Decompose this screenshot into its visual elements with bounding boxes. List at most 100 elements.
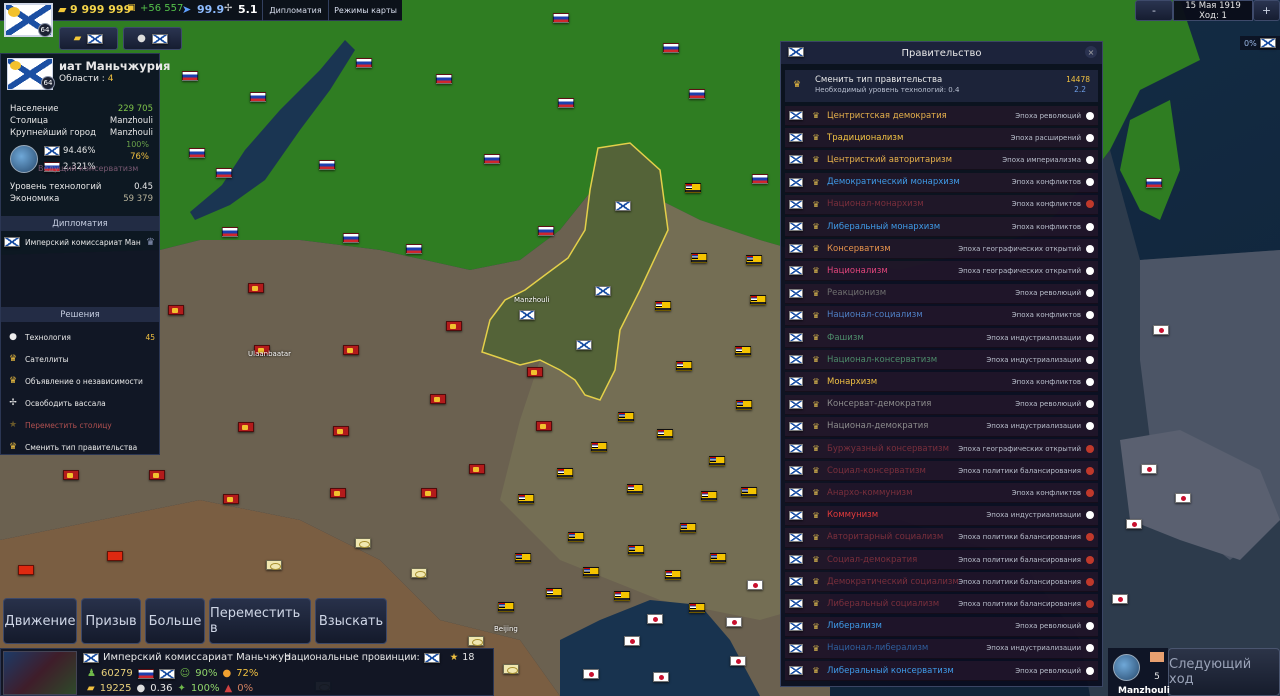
mengjiang-flag-marker[interactable] bbox=[680, 523, 696, 533]
government-option[interactable]: ♛ Социал-демократия Эпоха политики баланси… bbox=[785, 550, 1098, 570]
government-option[interactable]: ♛ Национал-консерватизм Эпоха индустриализ… bbox=[785, 350, 1098, 371]
government-option[interactable]: ♛ Либеральный монархизм Эпоха конфликтов bbox=[785, 217, 1098, 237]
manchukuo-flag-marker[interactable] bbox=[519, 310, 535, 320]
mengjiang-flag-marker[interactable] bbox=[750, 295, 766, 305]
mengjiang-flag-marker[interactable] bbox=[746, 255, 762, 265]
government-option[interactable]: ♛ Консерватизм Эпоха географических открыт… bbox=[785, 239, 1098, 260]
mengjiang-flag-marker[interactable] bbox=[583, 567, 599, 577]
china-flag-marker[interactable] bbox=[18, 565, 34, 575]
russia-flag-marker[interactable] bbox=[752, 174, 768, 184]
japan-flag-marker[interactable] bbox=[647, 614, 663, 624]
mengjiang-flag-marker[interactable] bbox=[691, 253, 707, 263]
government-option[interactable]: ♛ Центристкий авторитаризм Эпоха империали… bbox=[785, 150, 1098, 171]
russia-flag-marker[interactable] bbox=[356, 58, 372, 68]
japan-flag-marker[interactable] bbox=[624, 636, 640, 646]
government-option[interactable]: ♛ Национал-либерализм Эпоха индустриализац… bbox=[785, 638, 1098, 659]
draft-button[interactable]: Призыв bbox=[81, 598, 141, 644]
tech-shortcut-button[interactable]: ● bbox=[123, 27, 182, 50]
warlord-flag-marker[interactable] bbox=[411, 568, 427, 578]
mongolia-flag-marker[interactable] bbox=[149, 470, 165, 480]
mengjiang-flag-marker[interactable] bbox=[657, 429, 673, 439]
mongolia-flag-marker[interactable] bbox=[63, 470, 79, 480]
russia-flag-marker[interactable] bbox=[216, 168, 232, 178]
russia-flag-marker[interactable] bbox=[182, 71, 198, 81]
government-option[interactable]: ♛ Либеральный социализм Эпоха политики бал… bbox=[785, 594, 1098, 615]
tab-diplomacy[interactable]: Дипломатия bbox=[262, 0, 328, 21]
minimap[interactable] bbox=[3, 651, 77, 695]
russia-flag-marker[interactable] bbox=[553, 13, 569, 23]
japan-flag-marker[interactable] bbox=[653, 672, 669, 682]
mongolia-flag-marker[interactable] bbox=[248, 283, 264, 293]
government-option[interactable]: ♛ Буржуазный консерватизм Эпоха географиче… bbox=[785, 439, 1098, 459]
japan-flag-marker[interactable] bbox=[726, 617, 742, 627]
russia-flag-marker[interactable] bbox=[663, 43, 679, 53]
government-option[interactable]: ♛ Коммунизм Эпоха индустриализации bbox=[785, 505, 1098, 526]
mengjiang-flag-marker[interactable] bbox=[710, 553, 726, 563]
mengjiang-flag-marker[interactable] bbox=[627, 484, 643, 494]
japan-flag-marker[interactable] bbox=[1175, 493, 1191, 503]
government-option[interactable]: ♛ Фашизм Эпоха индустриализации bbox=[785, 328, 1098, 348]
mengjiang-flag-marker[interactable] bbox=[614, 591, 630, 601]
mongolia-flag-marker[interactable] bbox=[330, 488, 346, 498]
government-option[interactable]: ♛ Национал-социализм Эпоха конфликтов bbox=[785, 305, 1098, 326]
decision-technology[interactable]: ● Технология 45 bbox=[7, 328, 155, 346]
government-option[interactable]: ♛ Национал-демократия Эпоха индустриализац… bbox=[785, 416, 1098, 437]
russia-flag-marker[interactable] bbox=[689, 89, 705, 99]
mengjiang-flag-marker[interactable] bbox=[655, 301, 671, 311]
move-button[interactable]: Движение bbox=[3, 598, 77, 644]
government-option[interactable]: ♛ Традиционализм Эпоха расширений bbox=[785, 128, 1098, 149]
manchukuo-flag-marker[interactable] bbox=[615, 201, 631, 211]
government-option[interactable]: ♛ Либерализм Эпоха революций bbox=[785, 616, 1098, 637]
speed-plus-button[interactable]: + bbox=[1253, 0, 1280, 21]
russia-flag-marker[interactable] bbox=[189, 148, 205, 158]
decision-move-capital[interactable]: ★ Переместить столицу bbox=[7, 416, 155, 434]
change-government-row[interactable]: ♛ Сменить тип правительства Необходимый … bbox=[785, 70, 1098, 102]
warlord-flag-marker[interactable] bbox=[355, 538, 371, 548]
mengjiang-flag-marker[interactable] bbox=[618, 412, 634, 422]
mongolia-flag-marker[interactable] bbox=[430, 394, 446, 404]
warlord-flag-marker[interactable] bbox=[468, 636, 484, 646]
government-option[interactable]: ♛ Консерват-демократия Эпоха революций bbox=[785, 394, 1098, 415]
decision-independence[interactable]: ♛ Объявление о независимости bbox=[7, 372, 155, 390]
government-option[interactable]: ♛ Либеральный консерватизм Эпоха революций bbox=[785, 661, 1098, 681]
mongolia-flag-marker[interactable] bbox=[223, 494, 239, 504]
russia-flag-marker[interactable] bbox=[319, 160, 335, 170]
close-icon[interactable]: × bbox=[1085, 46, 1097, 58]
mengjiang-flag-marker[interactable] bbox=[546, 588, 562, 598]
mongolia-flag-marker[interactable] bbox=[238, 422, 254, 432]
mengjiang-flag-marker[interactable] bbox=[518, 494, 534, 504]
mengjiang-flag-marker[interactable] bbox=[736, 400, 752, 410]
next-turn-button[interactable]: Следующий ход bbox=[1168, 648, 1280, 696]
russia-flag-marker[interactable] bbox=[436, 74, 452, 84]
russia-flag-marker[interactable] bbox=[222, 227, 238, 237]
globe-icon[interactable] bbox=[10, 145, 38, 173]
government-option[interactable]: ♛ Демократический монархизм Эпоха конфликт… bbox=[785, 172, 1098, 193]
government-option[interactable]: ♛ Монархизм Эпоха конфликтов bbox=[785, 372, 1098, 393]
japan-flag-marker[interactable] bbox=[1112, 594, 1128, 604]
russia-flag-marker[interactable] bbox=[484, 154, 500, 164]
collect-button[interactable]: Взыскать bbox=[315, 598, 387, 644]
mengjiang-flag-marker[interactable] bbox=[685, 183, 701, 193]
right-stat-badge[interactable]: 0% bbox=[1240, 36, 1280, 50]
tab-map-modes[interactable]: Режимы карты bbox=[328, 0, 402, 21]
decision-satellites[interactable]: ♛ Сателлиты bbox=[7, 350, 155, 368]
mongolia-flag-marker[interactable] bbox=[168, 305, 184, 315]
mengjiang-flag-marker[interactable] bbox=[498, 602, 514, 612]
mengjiang-flag-marker[interactable] bbox=[665, 570, 681, 580]
decision-release-vassal[interactable]: ✢ Освободить вассала bbox=[7, 394, 155, 412]
government-option[interactable]: ♛ Центристская демократия Эпоха революций bbox=[785, 106, 1098, 126]
mengjiang-flag-marker[interactable] bbox=[709, 456, 725, 466]
government-option[interactable]: ♛ Реакционизм Эпоха революций bbox=[785, 283, 1098, 304]
government-option[interactable]: ♛ Демократический социализм Эпоха политики… bbox=[785, 572, 1098, 593]
economy-shortcut-button[interactable]: ▰ bbox=[59, 27, 118, 50]
manchukuo-flag-marker[interactable] bbox=[576, 340, 592, 350]
diplomacy-entry[interactable]: Имперский комиссариат Манч ♛ bbox=[4, 235, 155, 249]
russia-flag-marker[interactable] bbox=[343, 233, 359, 243]
mengjiang-flag-marker[interactable] bbox=[701, 491, 717, 501]
manchukuo-flag-marker[interactable] bbox=[595, 286, 611, 296]
japan-flag-marker[interactable] bbox=[583, 669, 599, 679]
japan-flag-marker[interactable] bbox=[747, 580, 763, 590]
china-flag-marker[interactable] bbox=[107, 551, 123, 561]
government-option[interactable]: ♛ Авторитарный социализм Эпоха политики ба… bbox=[785, 527, 1098, 548]
mongolia-flag-marker[interactable] bbox=[343, 345, 359, 355]
